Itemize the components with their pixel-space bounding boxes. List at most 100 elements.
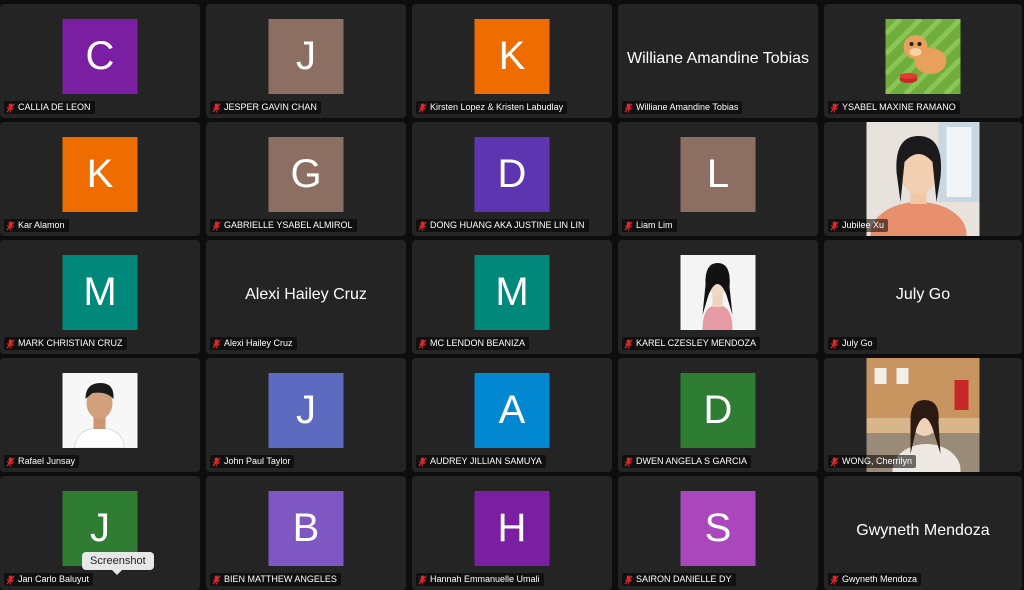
- participant-tile[interactable]: Jubilee Xu: [824, 122, 1022, 236]
- participant-tile[interactable]: M MC LENDON BEANIZA: [412, 240, 612, 354]
- participant-name: Alexi Hailey Cruz: [224, 338, 293, 348]
- name-label: WONG, Cherrilyn: [828, 455, 917, 468]
- muted-mic-icon: [212, 575, 224, 585]
- avatar-initial: G: [268, 137, 344, 212]
- participant-name: Rafael Junsay: [18, 456, 76, 466]
- display-name: Alexi Hailey Cruz: [245, 286, 367, 304]
- participant-tile[interactable]: A AUDREY JILLIAN SAMUYA: [412, 358, 612, 472]
- avatar-initial: C: [62, 19, 138, 94]
- participant-tile[interactable]: J JESPER GAVIN CHAN: [206, 4, 406, 118]
- participant-tile[interactable]: S SAIRON DANIELLE DY: [618, 476, 818, 590]
- muted-mic-icon: [6, 575, 18, 585]
- participant-name: WONG, Cherrilyn: [842, 456, 913, 466]
- name-label: YSABEL MAXINE RAMANO: [828, 101, 960, 114]
- avatar-initial: S: [680, 491, 756, 566]
- name-label: John Paul Taylor: [210, 455, 295, 468]
- participant-name: BIEN MATTHEW ANGELES: [224, 574, 337, 584]
- muted-mic-icon: [830, 575, 842, 585]
- participant-tile[interactable]: M MARK CHRISTIAN CRUZ: [0, 240, 200, 354]
- muted-mic-icon: [418, 575, 430, 585]
- name-label: Liam Lim: [622, 219, 677, 232]
- participant-name: Kirsten Lopez & Kristen Labudlay: [430, 102, 564, 112]
- muted-mic-icon: [6, 221, 18, 231]
- participant-tile[interactable]: J Jan Carlo Baluyut: [0, 476, 200, 590]
- avatar-initial: M: [474, 255, 550, 330]
- name-label: DONG HUANG AKA JUSTINE LIN LIN: [416, 219, 589, 232]
- participant-name: John Paul Taylor: [224, 456, 291, 466]
- name-label: Jan Carlo Baluyut: [4, 573, 94, 586]
- display-name: Gwyneth Mendoza: [856, 522, 990, 540]
- participant-name: Hannah Emmanuelle Umali: [430, 574, 540, 584]
- avatar-initial: D: [680, 373, 756, 448]
- avatar-initial: B: [268, 491, 344, 566]
- participant-name: Jubilee Xu: [842, 220, 885, 230]
- participant-tile[interactable]: B BIEN MATTHEW ANGELES: [206, 476, 406, 590]
- muted-mic-icon: [624, 575, 636, 585]
- name-label: Jubilee Xu: [828, 219, 889, 232]
- muted-mic-icon: [830, 339, 842, 349]
- name-label: JESPER GAVIN CHAN: [210, 101, 321, 114]
- participant-name: Kar Alamon: [18, 220, 65, 230]
- participant-name: CALLIA DE LEON: [18, 102, 91, 112]
- avatar-initial: K: [62, 137, 138, 212]
- name-label: GABRIELLE YSABEL ALMIROL: [210, 219, 357, 232]
- muted-mic-icon: [624, 221, 636, 231]
- display-name: July Go: [895, 286, 951, 304]
- participant-name: DONG HUANG AKA JUSTINE LIN LIN: [430, 220, 585, 230]
- participant-tile[interactable]: G GABRIELLE YSABEL ALMIROL: [206, 122, 406, 236]
- muted-mic-icon: [212, 457, 224, 467]
- participant-tile[interactable]: H Hannah Emmanuelle Umali: [412, 476, 612, 590]
- participant-tile[interactable]: July Go July Go: [824, 240, 1022, 354]
- participant-tile[interactable]: D DONG HUANG AKA JUSTINE LIN LIN: [412, 122, 612, 236]
- avatar-initial: D: [474, 137, 550, 212]
- muted-mic-icon: [6, 103, 18, 113]
- muted-mic-icon: [624, 103, 636, 113]
- name-label: Alexi Hailey Cruz: [210, 337, 297, 350]
- name-label: SAIRON DANIELLE DY: [622, 573, 736, 586]
- muted-mic-icon: [6, 339, 18, 349]
- name-label: Kar Alamon: [4, 219, 69, 232]
- participant-name: Liam Lim: [636, 220, 673, 230]
- muted-mic-icon: [212, 221, 224, 231]
- participant-tile[interactable]: Alexi Hailey Cruz Alexi Hailey Cruz: [206, 240, 406, 354]
- muted-mic-icon: [418, 221, 430, 231]
- participant-tile[interactable]: C CALLIA DE LEON: [0, 4, 200, 118]
- avatar-initial: L: [680, 137, 756, 212]
- avatar-initial: A: [474, 373, 550, 448]
- avatar-initial: M: [62, 255, 138, 330]
- participant-name: GABRIELLE YSABEL ALMIROL: [224, 220, 353, 230]
- avatar-initial: H: [474, 491, 550, 566]
- participant-tile[interactable]: J John Paul Taylor: [206, 358, 406, 472]
- muted-mic-icon: [830, 221, 842, 231]
- participant-name: AUDREY JILLIAN SAMUYA: [430, 456, 542, 466]
- muted-mic-icon: [212, 339, 224, 349]
- muted-mic-icon: [418, 457, 430, 467]
- muted-mic-icon: [830, 457, 842, 467]
- participant-tile[interactable]: D DWEN ANGELA S GARCIA: [618, 358, 818, 472]
- muted-mic-icon: [830, 103, 842, 113]
- participant-tile[interactable]: K Kar Alamon: [0, 122, 200, 236]
- name-label: CALLIA DE LEON: [4, 101, 95, 114]
- participant-tile[interactable]: Williane Amandine Tobias Williane Amandin…: [618, 4, 818, 118]
- participant-tile[interactable]: KAREL CZESLEY MENDOZA: [618, 240, 818, 354]
- name-label: AUDREY JILLIAN SAMUYA: [416, 455, 546, 468]
- participant-name: JESPER GAVIN CHAN: [224, 102, 317, 112]
- participant-name: MARK CHRISTIAN CRUZ: [18, 338, 123, 348]
- name-label: DWEN ANGELA S GARCIA: [622, 455, 752, 468]
- participant-name: YSABEL MAXINE RAMANO: [842, 102, 956, 112]
- name-label: Kirsten Lopez & Kristen Labudlay: [416, 101, 568, 114]
- participant-tile[interactable]: Gwyneth Mendoza Gwyneth Mendoza: [824, 476, 1022, 590]
- participant-name: Jan Carlo Baluyut: [18, 574, 90, 584]
- display-name: Williane Amandine Tobias: [626, 50, 810, 68]
- muted-mic-icon: [212, 103, 224, 113]
- participant-name: Gwyneth Mendoza: [842, 574, 918, 584]
- participant-name: Williane Amandine Tobias: [636, 102, 739, 112]
- participant-tile[interactable]: L Liam Lim: [618, 122, 818, 236]
- participant-tile[interactable]: YSABEL MAXINE RAMANO: [824, 4, 1022, 118]
- muted-mic-icon: [624, 457, 636, 467]
- participant-tile[interactable]: K Kirsten Lopez & Kristen Labudlay: [412, 4, 612, 118]
- video-feed: [680, 255, 756, 330]
- muted-mic-icon: [418, 103, 430, 113]
- participant-tile[interactable]: WONG, Cherrilyn: [824, 358, 1022, 472]
- participant-tile[interactable]: Rafael Junsay: [0, 358, 200, 472]
